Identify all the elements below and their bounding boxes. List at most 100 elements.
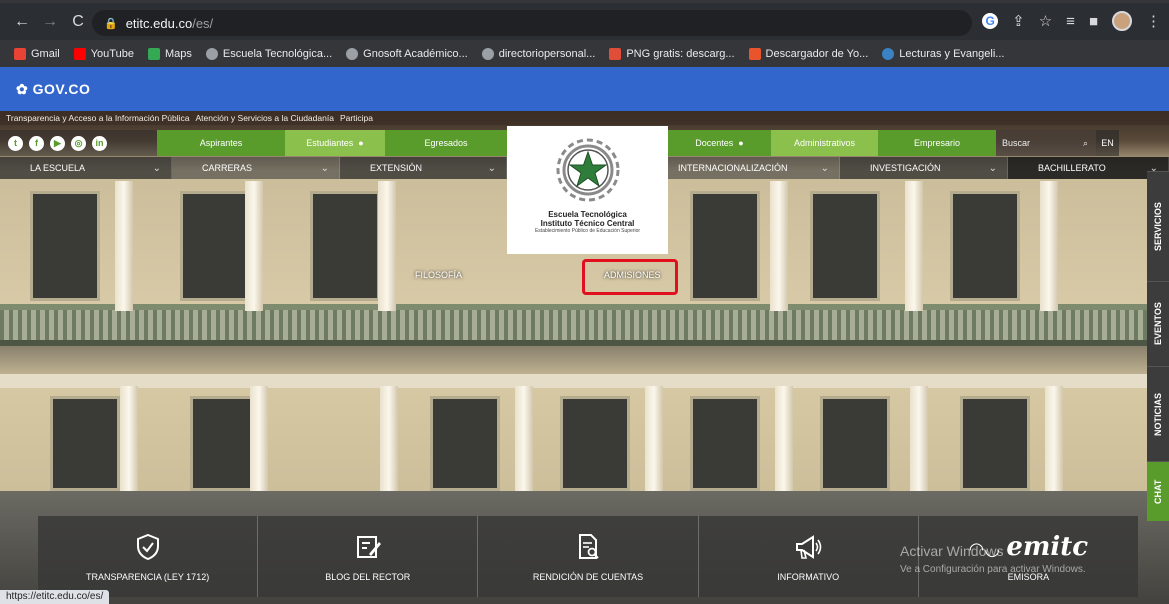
menu-internacionalizacion[interactable]: INTERNACIONALIZACIÓN ⌄ <box>668 157 840 179</box>
balcony-railing <box>0 304 1169 346</box>
column <box>775 386 793 506</box>
chevron-down-icon: ⌄ <box>320 162 329 174</box>
column <box>250 386 268 506</box>
globe-icon <box>205 47 218 60</box>
profile-avatar[interactable] <box>1112 11 1132 31</box>
link-participa[interactable]: Participa <box>340 113 373 123</box>
logo-subtitle: Instituto Técnico Central <box>540 219 635 228</box>
bookmarks-bar: Gmail YouTube Maps Escuela Tecnológica..… <box>0 40 1169 67</box>
quick-link-informativo[interactable]: INFORMATIVO <box>699 516 919 597</box>
building-window <box>310 191 380 301</box>
building-window <box>430 396 500 491</box>
chevron-down-icon: ⌄ <box>152 162 161 174</box>
building-window <box>950 191 1020 301</box>
column <box>380 386 398 506</box>
edit-note-icon <box>356 535 381 558</box>
youtube-icon[interactable]: ▶ <box>50 135 65 151</box>
column <box>515 386 533 506</box>
bookmark-escuela[interactable]: Escuela Tecnológica... <box>205 47 332 60</box>
building-window <box>180 191 250 301</box>
tab-aspirantes[interactable]: Aspirantes <box>157 130 285 156</box>
reading-list-icon[interactable]: ≡ <box>1066 13 1075 30</box>
search-icon[interactable]: ⌕ <box>1083 138 1088 149</box>
column <box>1040 181 1058 311</box>
institution-logo[interactable]: Escuela Tecnológica Instituto Técnico Ce… <box>507 126 668 254</box>
column <box>910 386 928 506</box>
building-window <box>690 396 760 491</box>
facebook-icon[interactable]: f <box>29 135 44 151</box>
bookmark-star-icon[interactable]: ☆ <box>1039 12 1052 30</box>
tab-egresados[interactable]: Egresados <box>385 130 507 156</box>
google-icon[interactable]: G <box>982 13 999 29</box>
instagram-icon[interactable]: ◎ <box>71 135 86 151</box>
tab-empresario[interactable]: Empresario <box>878 130 996 156</box>
side-panel-icon[interactable]: ■ <box>1089 13 1098 30</box>
menu-dots-icon[interactable]: ⋮ <box>1146 12 1161 30</box>
windows-watermark-subtitle: Ve a Configuración para activar Windows. <box>900 564 1086 575</box>
menu-la-escuela[interactable]: LA ESCUELA ⌄ <box>0 157 172 179</box>
quick-link-transparencia[interactable]: TRANSPARENCIA (LEY 1712) <box>38 516 259 597</box>
reload-icon[interactable]: C <box>64 13 92 31</box>
linkedin-icon[interactable]: in <box>92 135 107 151</box>
link-transparencia[interactable]: Transparencia y Acceso a la Información … <box>6 113 189 123</box>
language-toggle[interactable]: EN <box>1096 130 1119 156</box>
side-tab-noticias[interactable]: NOTICIAS <box>1147 366 1169 461</box>
side-tab-servicios[interactable]: SERVICIOS <box>1147 171 1169 281</box>
chevron-down-icon: ⌄ <box>820 162 829 174</box>
building-window <box>560 396 630 491</box>
lock-icon: 🔒 <box>104 17 118 30</box>
column <box>1045 386 1063 506</box>
building-window <box>50 396 120 491</box>
quick-link-blog[interactable]: BLOG DEL RECTOR <box>258 516 479 597</box>
column <box>645 386 663 506</box>
building-window <box>30 191 100 301</box>
menu-extension[interactable]: EXTENSIÓN ⌄ <box>340 157 507 179</box>
wordpress-icon <box>882 47 895 60</box>
twitter-icon[interactable]: t <box>8 135 23 151</box>
chevron-down-icon: ⌄ <box>988 162 997 174</box>
building-window <box>810 191 880 301</box>
youtube-icon <box>73 47 86 60</box>
tab-docentes[interactable]: Docentes ● <box>668 130 771 156</box>
download-icon <box>748 47 761 60</box>
column <box>115 181 133 311</box>
menu-bachillerato[interactable]: BACHILLERATO ⌄ <box>1008 157 1169 179</box>
megaphone-icon <box>796 534 822 559</box>
side-tab-chat[interactable]: CHAT <box>1147 461 1169 521</box>
building-window <box>690 191 760 301</box>
logo-title: Escuela Tecnológica <box>548 210 627 219</box>
tab-administrativos[interactable]: Administrativos <box>771 130 878 156</box>
quick-link-rendicion[interactable]: RENDICIÓN DE CUENTAS <box>478 516 699 597</box>
gear-star-logo-icon <box>556 138 619 202</box>
document-search-icon <box>579 533 599 559</box>
tab-estudiantes[interactable]: Estudiantes ● <box>285 130 385 156</box>
bookmark-gnosoft[interactable]: Gnosoft Académico... <box>346 47 468 60</box>
menu-investigacion[interactable]: INVESTIGACIÓN ⌄ <box>840 157 1008 179</box>
gov-logo[interactable]: ✿ GOV.CO <box>16 81 90 98</box>
link-atencion[interactable]: Atención y Servicios a la Ciudadanía <box>195 113 333 123</box>
bookmark-directorio[interactable]: directoriopersonal... <box>481 47 595 60</box>
bookmark-descargador[interactable]: Descargador de Yo... <box>748 47 868 60</box>
social-links: t f ▶ ◎ in <box>0 130 157 156</box>
gear-icon <box>481 47 494 60</box>
menu-carreras[interactable]: CARRERAS ⌄ <box>172 157 340 179</box>
url-host: etitc.edu.co <box>125 15 193 31</box>
bookmark-lecturas[interactable]: Lecturas y Evangeli... <box>882 47 1004 60</box>
status-url: https://etitc.edu.co/es/ <box>0 590 110 604</box>
forward-arrow-icon[interactable]: → <box>36 13 64 31</box>
bookmark-maps[interactable]: Maps <box>147 47 192 60</box>
submenu-filosofia[interactable]: FILOSOFÍA <box>415 270 462 280</box>
logo-caption: Establecimiento Público de Educación Sup… <box>534 228 641 234</box>
share-icon[interactable]: ⇪ <box>1012 12 1025 30</box>
bookmark-youtube[interactable]: YouTube <box>73 47 134 60</box>
shield-check-icon <box>136 533 159 560</box>
address-bar[interactable]: 🔒 etitc.edu.co /es/ <box>92 10 972 36</box>
windows-watermark-title: Activar Windows <box>900 543 1004 559</box>
bookmark-gmail[interactable]: Gmail <box>14 47 60 60</box>
column <box>120 386 138 506</box>
bookmark-png[interactable]: PNG gratis: descarg... <box>609 47 735 60</box>
search-input[interactable]: Buscar ⌕ <box>996 130 1096 156</box>
highlight-box <box>582 259 678 295</box>
back-arrow-icon[interactable]: ← <box>8 13 36 31</box>
side-tab-eventos[interactable]: EVENTOS <box>1147 281 1169 366</box>
